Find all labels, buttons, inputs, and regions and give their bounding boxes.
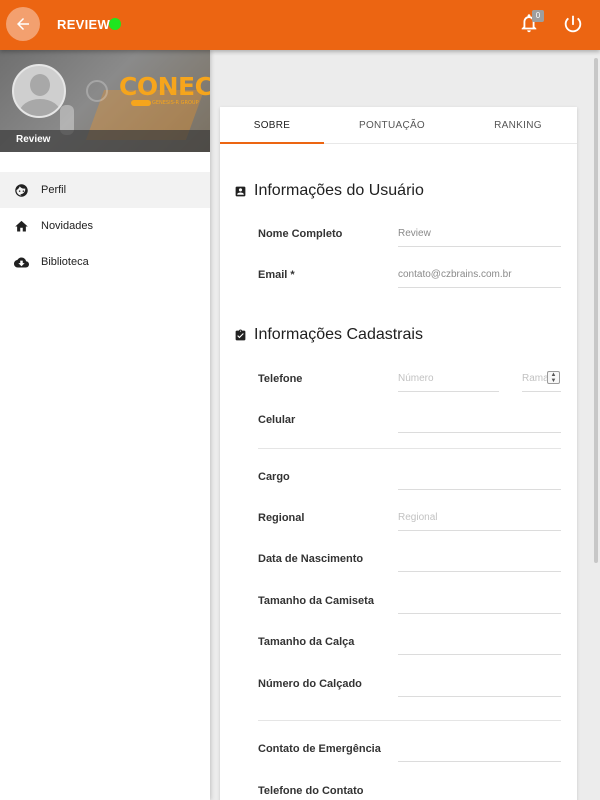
full-name-label: Nome Completo bbox=[258, 228, 343, 240]
tab-pontuacao[interactable]: PONTUAÇÃO bbox=[338, 107, 446, 144]
birthdate-label: Data de Nascimento bbox=[258, 553, 364, 565]
page-title: REVIEW bbox=[57, 17, 111, 32]
avatar-head bbox=[30, 74, 50, 96]
assignment-turned-in-icon bbox=[235, 329, 246, 341]
section-divider bbox=[258, 720, 561, 721]
tab-ranking[interactable]: RANKING bbox=[466, 107, 570, 144]
cloud-download-icon bbox=[14, 257, 29, 268]
mobile-label: Celular bbox=[258, 414, 296, 426]
avatar[interactable] bbox=[12, 64, 66, 118]
sidebar-nav: Perfil Novidades Biblioteca bbox=[0, 172, 210, 280]
sidebar-item-label: Perfil bbox=[41, 184, 67, 196]
profile-banner: CONECTA GENESIS-R GROUP Review bbox=[0, 50, 210, 152]
active-tab-indicator bbox=[220, 142, 324, 144]
sidebar-item-novidades[interactable]: Novidades bbox=[0, 208, 210, 244]
avatar-body bbox=[19, 99, 61, 116]
sidebar: CONECTA GENESIS-R GROUP Review Perfil No… bbox=[0, 50, 210, 800]
shoe-size-field[interactable] bbox=[398, 675, 561, 697]
email-label: Email * bbox=[258, 269, 295, 281]
phone-number-input[interactable]: Número bbox=[398, 370, 499, 392]
face-icon bbox=[15, 184, 28, 197]
shoe-size-label: Número do Calçado bbox=[258, 678, 362, 690]
sidebar-item-label: Biblioteca bbox=[41, 256, 89, 268]
sidebar-item-perfil[interactable]: Perfil bbox=[0, 172, 210, 208]
banner-decoration bbox=[86, 80, 108, 102]
phone-label: Telefone bbox=[258, 373, 303, 385]
brand-logo: CONECTA bbox=[119, 72, 210, 101]
home-icon bbox=[15, 220, 28, 232]
power-icon bbox=[564, 15, 582, 33]
position-field[interactable] bbox=[398, 468, 561, 490]
full-name-field[interactable]: Review bbox=[398, 225, 561, 247]
app-header: REVIEW 0 bbox=[0, 0, 600, 50]
contact-phone-label: Telefone do Contato bbox=[258, 785, 364, 797]
arrow-back-icon bbox=[17, 18, 29, 30]
position-label: Cargo bbox=[258, 471, 290, 483]
section-divider bbox=[258, 448, 561, 449]
brand-logo-mark bbox=[131, 100, 151, 106]
profile-name: Review bbox=[16, 134, 51, 145]
emergency-contact-label: Contato de Emergência bbox=[258, 743, 381, 755]
back-button[interactable] bbox=[6, 7, 40, 41]
tab-sobre[interactable]: SOBRE bbox=[220, 107, 324, 144]
online-status-indicator bbox=[109, 18, 121, 30]
section-title-registration-info: Informações Cadastrais bbox=[254, 326, 423, 343]
extension-stepper[interactable]: ▲ ▼ bbox=[547, 371, 560, 384]
pants-size-field[interactable] bbox=[398, 633, 561, 655]
shirt-size-label: Tamanho da Camiseta bbox=[258, 595, 374, 607]
brand-tagline: GENESIS-R GROUP bbox=[152, 100, 199, 106]
notification-count-badge: 0 bbox=[532, 10, 544, 22]
pants-size-label: Tamanho da Calça bbox=[258, 636, 355, 648]
account-box-icon bbox=[235, 186, 246, 197]
email-field[interactable]: contato@czbrains.com.br bbox=[398, 266, 561, 288]
mobile-field[interactable] bbox=[398, 411, 561, 433]
sidebar-item-label: Novidades bbox=[41, 220, 93, 232]
sidebar-item-biblioteca[interactable]: Biblioteca bbox=[0, 244, 210, 280]
shirt-size-field[interactable] bbox=[398, 592, 561, 614]
regional-select[interactable]: Regional bbox=[398, 509, 561, 531]
emergency-contact-field[interactable] bbox=[398, 740, 561, 762]
birthdate-field[interactable] bbox=[398, 550, 561, 572]
logout-button[interactable] bbox=[562, 13, 586, 37]
regional-label: Regional bbox=[258, 512, 305, 524]
profile-card: SOBRE PONTUAÇÃO RANKING Informações do U… bbox=[220, 107, 577, 800]
section-title-user-info: Informações do Usuário bbox=[254, 182, 424, 199]
tab-bar: SOBRE PONTUAÇÃO RANKING bbox=[220, 107, 577, 144]
page-scrollbar[interactable] bbox=[594, 58, 598, 563]
